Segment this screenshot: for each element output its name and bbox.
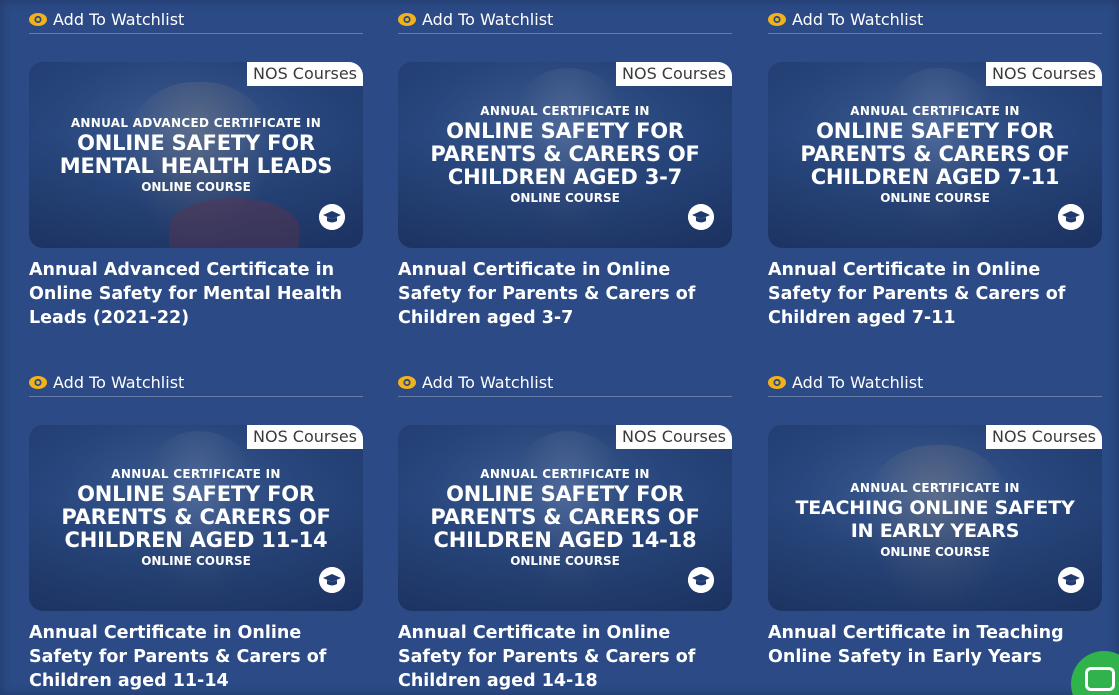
course-provider-badge: NOS Courses (247, 425, 363, 449)
overlay-bottom-line: ONLINE COURSE (880, 191, 990, 205)
eye-icon (398, 12, 416, 26)
watchlist-label: Add To Watchlist (422, 9, 554, 29)
add-to-watchlist-link[interactable]: Add To Watchlist (398, 372, 732, 392)
eye-icon (29, 12, 47, 26)
course-card: Add To Watchlist NOS Courses ANNUAL CERT… (29, 372, 363, 693)
course-title-link[interactable]: Annual Certificate in Online Safety for … (768, 258, 1102, 330)
overlay-bottom-line: ONLINE COURSE (141, 554, 251, 568)
divider (398, 33, 732, 34)
add-to-watchlist-link[interactable]: Add To Watchlist (29, 9, 363, 29)
overlay-bottom-line: ONLINE COURSE (141, 180, 251, 194)
thumbnail-overlay-text: ANNUAL CERTIFICATE IN ONLINE SAFETY FOR … (398, 467, 732, 568)
chat-icon (1085, 667, 1115, 691)
course-provider-badge: NOS Courses (616, 62, 732, 86)
eye-icon (768, 12, 786, 26)
add-to-watchlist-link[interactable]: Add To Watchlist (398, 9, 732, 29)
overlay-bottom-line: ONLINE COURSE (510, 554, 620, 568)
course-thumbnail[interactable]: NOS Courses ANNUAL CERTIFICATE IN ONLINE… (398, 62, 732, 248)
course-title-link[interactable]: Annual Certificate in Online Safety for … (29, 621, 363, 693)
course-thumbnail[interactable]: NOS Courses ANNUAL ADVANCED CERTIFICATE … (29, 62, 363, 248)
graduation-cap-icon (319, 567, 345, 593)
course-provider-badge: NOS Courses (616, 425, 732, 449)
overlay-top-line: ANNUAL CERTIFICATE IN (480, 467, 650, 481)
overlay-main-title: TEACHING ONLINE SAFETY IN EARLY YEARS (795, 497, 1075, 542)
course-title-link[interactable]: Annual Certificate in Teaching Online Sa… (768, 621, 1102, 669)
overlay-main-title: ONLINE SAFETY FOR PARENTS & CARERS OF CH… (800, 119, 1070, 189)
overlay-top-line: ANNUAL CERTIFICATE IN (850, 481, 1020, 495)
overlay-top-line: ANNUAL CERTIFICATE IN (111, 467, 281, 481)
overlay-main-title: ONLINE SAFETY FOR PARENTS & CARERS OF CH… (61, 482, 331, 552)
add-to-watchlist-link[interactable]: Add To Watchlist (768, 9, 1102, 29)
course-provider-badge: NOS Courses (986, 425, 1102, 449)
eye-icon (768, 375, 786, 389)
graduation-cap-icon (1058, 567, 1084, 593)
course-grid: Add To Watchlist NOS Courses ANNUAL ADVA… (0, 0, 1119, 695)
course-provider-badge: NOS Courses (247, 62, 363, 86)
course-title-link[interactable]: Annual Certificate in Online Safety for … (398, 621, 732, 693)
overlay-top-line: ANNUAL ADVANCED CERTIFICATE IN (70, 116, 322, 130)
graduation-cap-icon (688, 567, 714, 593)
overlay-top-line: ANNUAL CERTIFICATE IN (480, 104, 650, 118)
thumbnail-overlay-text: ANNUAL CERTIFICATE IN ONLINE SAFETY FOR … (768, 104, 1102, 205)
overlay-top-line: ANNUAL CERTIFICATE IN (850, 104, 1020, 118)
course-card: Add To Watchlist NOS Courses ANNUAL CERT… (398, 372, 732, 693)
watchlist-label: Add To Watchlist (53, 372, 185, 392)
course-card: Add To Watchlist NOS Courses ANNUAL CERT… (768, 372, 1102, 669)
overlay-bottom-line: ONLINE COURSE (510, 191, 620, 205)
overlay-bottom-line: ONLINE COURSE (880, 545, 990, 559)
eye-icon (29, 375, 47, 389)
course-thumbnail[interactable]: NOS Courses ANNUAL CERTIFICATE IN ONLINE… (29, 425, 363, 611)
watchlist-label: Add To Watchlist (422, 372, 554, 392)
graduation-cap-icon (1058, 204, 1084, 230)
divider (768, 33, 1102, 34)
add-to-watchlist-link[interactable]: Add To Watchlist (768, 372, 1102, 392)
thumbnail-overlay-text: ANNUAL CERTIFICATE IN ONLINE SAFETY FOR … (398, 104, 732, 205)
course-provider-badge: NOS Courses (986, 62, 1102, 86)
overlay-main-title: ONLINE SAFETY FOR PARENTS & CARERS OF CH… (430, 482, 700, 552)
course-thumbnail[interactable]: NOS Courses ANNUAL CERTIFICATE IN TEACHI… (768, 425, 1102, 611)
course-thumbnail[interactable]: NOS Courses ANNUAL CERTIFICATE IN ONLINE… (768, 62, 1102, 248)
watchlist-label: Add To Watchlist (792, 372, 924, 392)
watchlist-label: Add To Watchlist (53, 9, 185, 29)
graduation-cap-icon (688, 204, 714, 230)
divider (29, 396, 363, 397)
overlay-main-title: ONLINE SAFETY FOR PARENTS & CARERS OF CH… (430, 119, 700, 189)
add-to-watchlist-link[interactable]: Add To Watchlist (29, 372, 363, 392)
watchlist-label: Add To Watchlist (792, 9, 924, 29)
divider (398, 396, 732, 397)
course-title-link[interactable]: Annual Advanced Certificate in Online Sa… (29, 258, 363, 330)
divider (768, 396, 1102, 397)
graduation-cap-icon (319, 204, 345, 230)
course-thumbnail[interactable]: NOS Courses ANNUAL CERTIFICATE IN ONLINE… (398, 425, 732, 611)
thumbnail-overlay-text: ANNUAL CERTIFICATE IN ONLINE SAFETY FOR … (29, 467, 363, 568)
overlay-main-title: ONLINE SAFETY FOR MENTAL HEALTH LEADS (59, 131, 333, 178)
course-card: Add To Watchlist NOS Courses ANNUAL CERT… (768, 9, 1102, 330)
thumbnail-overlay-text: ANNUAL CERTIFICATE IN TEACHING ONLINE SA… (768, 481, 1102, 559)
eye-icon (398, 375, 416, 389)
course-card: Add To Watchlist NOS Courses ANNUAL CERT… (398, 9, 732, 330)
course-card: Add To Watchlist NOS Courses ANNUAL ADVA… (29, 9, 363, 330)
thumbnail-overlay-text: ANNUAL ADVANCED CERTIFICATE IN ONLINE SA… (29, 116, 363, 194)
divider (29, 33, 363, 34)
course-title-link[interactable]: Annual Certificate in Online Safety for … (398, 258, 732, 330)
